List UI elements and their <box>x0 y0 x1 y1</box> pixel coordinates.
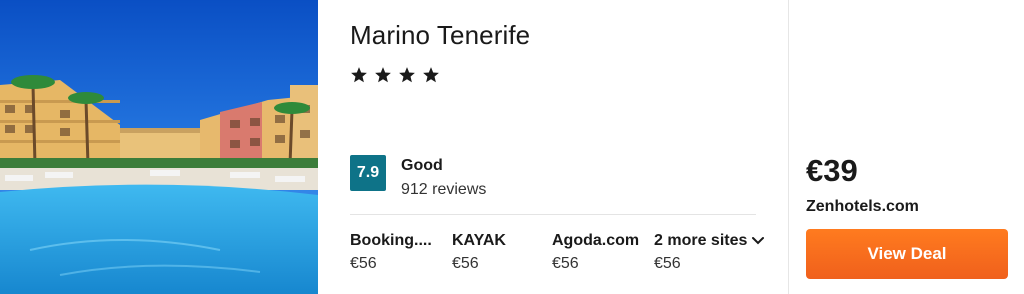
offer-more-sites[interactable]: 2 more sites €56 <box>654 231 765 274</box>
rating-label: Good <box>401 157 443 174</box>
more-sites-toggle[interactable]: 2 more sites <box>654 231 765 251</box>
star-rating <box>350 66 440 84</box>
deal-provider: Zenhotels.com <box>806 198 919 215</box>
rating-text: Good 912 reviews <box>401 156 486 201</box>
price-comparison-list: Booking.... €56 KAYAK €56 Agoda.com €56 … <box>350 231 790 275</box>
star-icon <box>398 66 416 84</box>
offer-price: €56 <box>654 255 681 272</box>
deal-price: €39 <box>806 153 858 188</box>
hotel-info: Marino Tenerife 7.9 Good 912 reviews Boo… <box>318 0 788 294</box>
divider <box>350 214 756 215</box>
offer-site-name: Agoda.com <box>552 232 640 249</box>
more-sites-label: 2 more sites <box>654 232 748 249</box>
offer-booking[interactable]: Booking.... €56 <box>350 231 432 274</box>
offer-price: €56 <box>350 255 377 272</box>
star-icon <box>374 66 392 84</box>
hotel-result-card: Marino Tenerife 7.9 Good 912 reviews Boo… <box>0 0 1024 294</box>
offer-kayak[interactable]: KAYAK €56 <box>452 231 506 274</box>
review-count: 912 reviews <box>401 181 487 198</box>
offer-agoda[interactable]: Agoda.com €56 <box>552 231 639 274</box>
hotel-photo[interactable] <box>0 0 318 294</box>
best-deal: €39 Zenhotels.com View Deal <box>789 0 1024 294</box>
offer-price: €56 <box>452 255 479 272</box>
rating-score-badge: 7.9 <box>350 155 386 191</box>
chevron-down-icon <box>751 236 765 246</box>
offer-price: €56 <box>552 255 579 272</box>
offer-site-name: Booking.... <box>350 232 432 249</box>
offer-site-name: KAYAK <box>452 232 506 249</box>
star-icon <box>422 66 440 84</box>
star-icon <box>350 66 368 84</box>
hotel-name[interactable]: Marino Tenerife <box>350 20 530 51</box>
guest-rating[interactable]: 7.9 Good 912 reviews <box>350 155 486 201</box>
view-deal-button[interactable]: View Deal <box>806 229 1008 279</box>
